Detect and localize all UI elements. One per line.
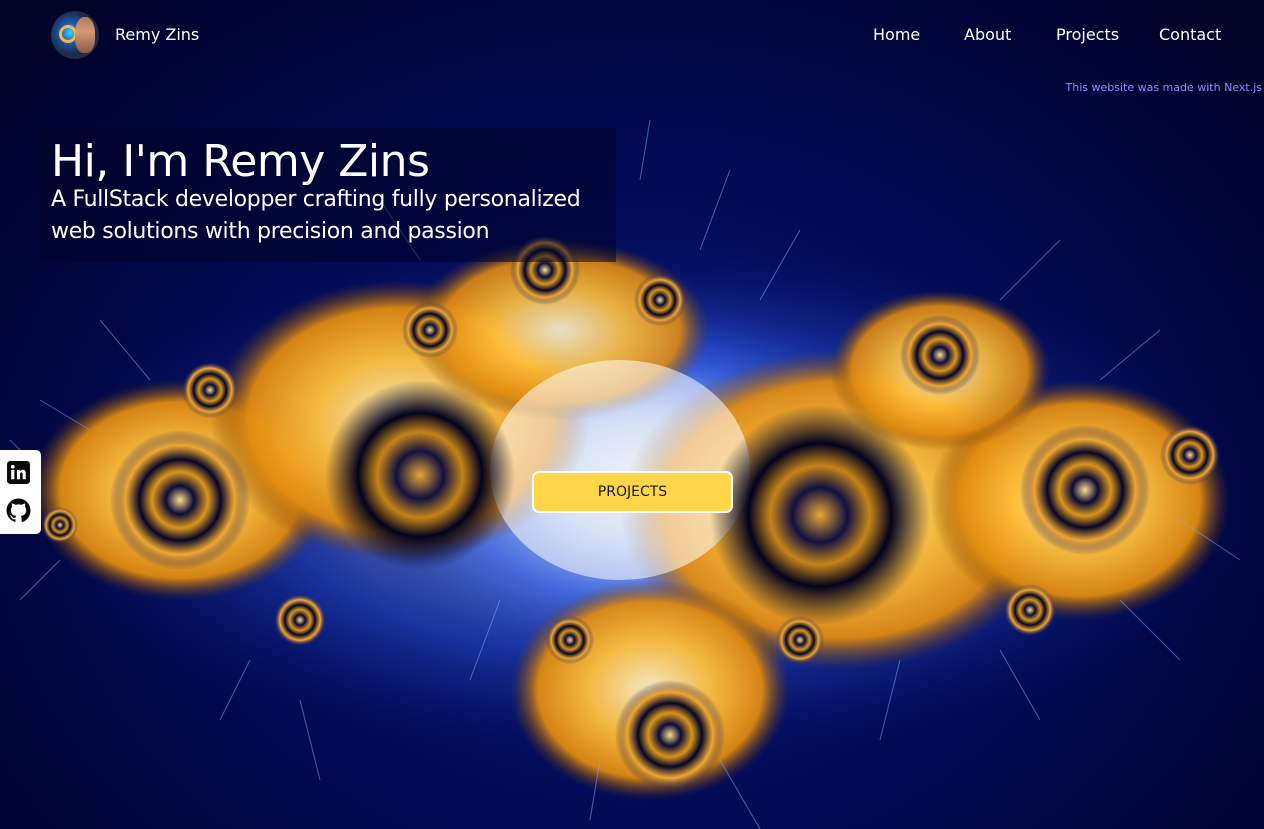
- site-header: Remy Zins Home About Projects Contact: [0, 0, 1264, 72]
- projects-button[interactable]: PROJECTS: [532, 471, 733, 513]
- github-icon[interactable]: [6, 498, 31, 523]
- page: Remy Zins Home About Projects Contact Th…: [0, 0, 1264, 829]
- nav-item-projects[interactable]: Projects: [1056, 25, 1119, 44]
- social-sidebar: [0, 450, 41, 534]
- hero-title: Hi, I'm Remy Zins: [51, 136, 430, 187]
- nav-item-contact[interactable]: Contact: [1159, 25, 1221, 44]
- linkedin-icon[interactable]: [6, 460, 31, 485]
- hero-subtitle: A FullStack developper crafting fully pe…: [51, 187, 581, 244]
- nav-item-about[interactable]: About: [964, 25, 1011, 44]
- main-nav: Home About Projects Contact: [0, 25, 1264, 49]
- made-with-notice: This website was made with Next.js: [1065, 81, 1263, 94]
- nav-item-home[interactable]: Home: [873, 25, 920, 44]
- fractal-background: [9, 119, 1260, 829]
